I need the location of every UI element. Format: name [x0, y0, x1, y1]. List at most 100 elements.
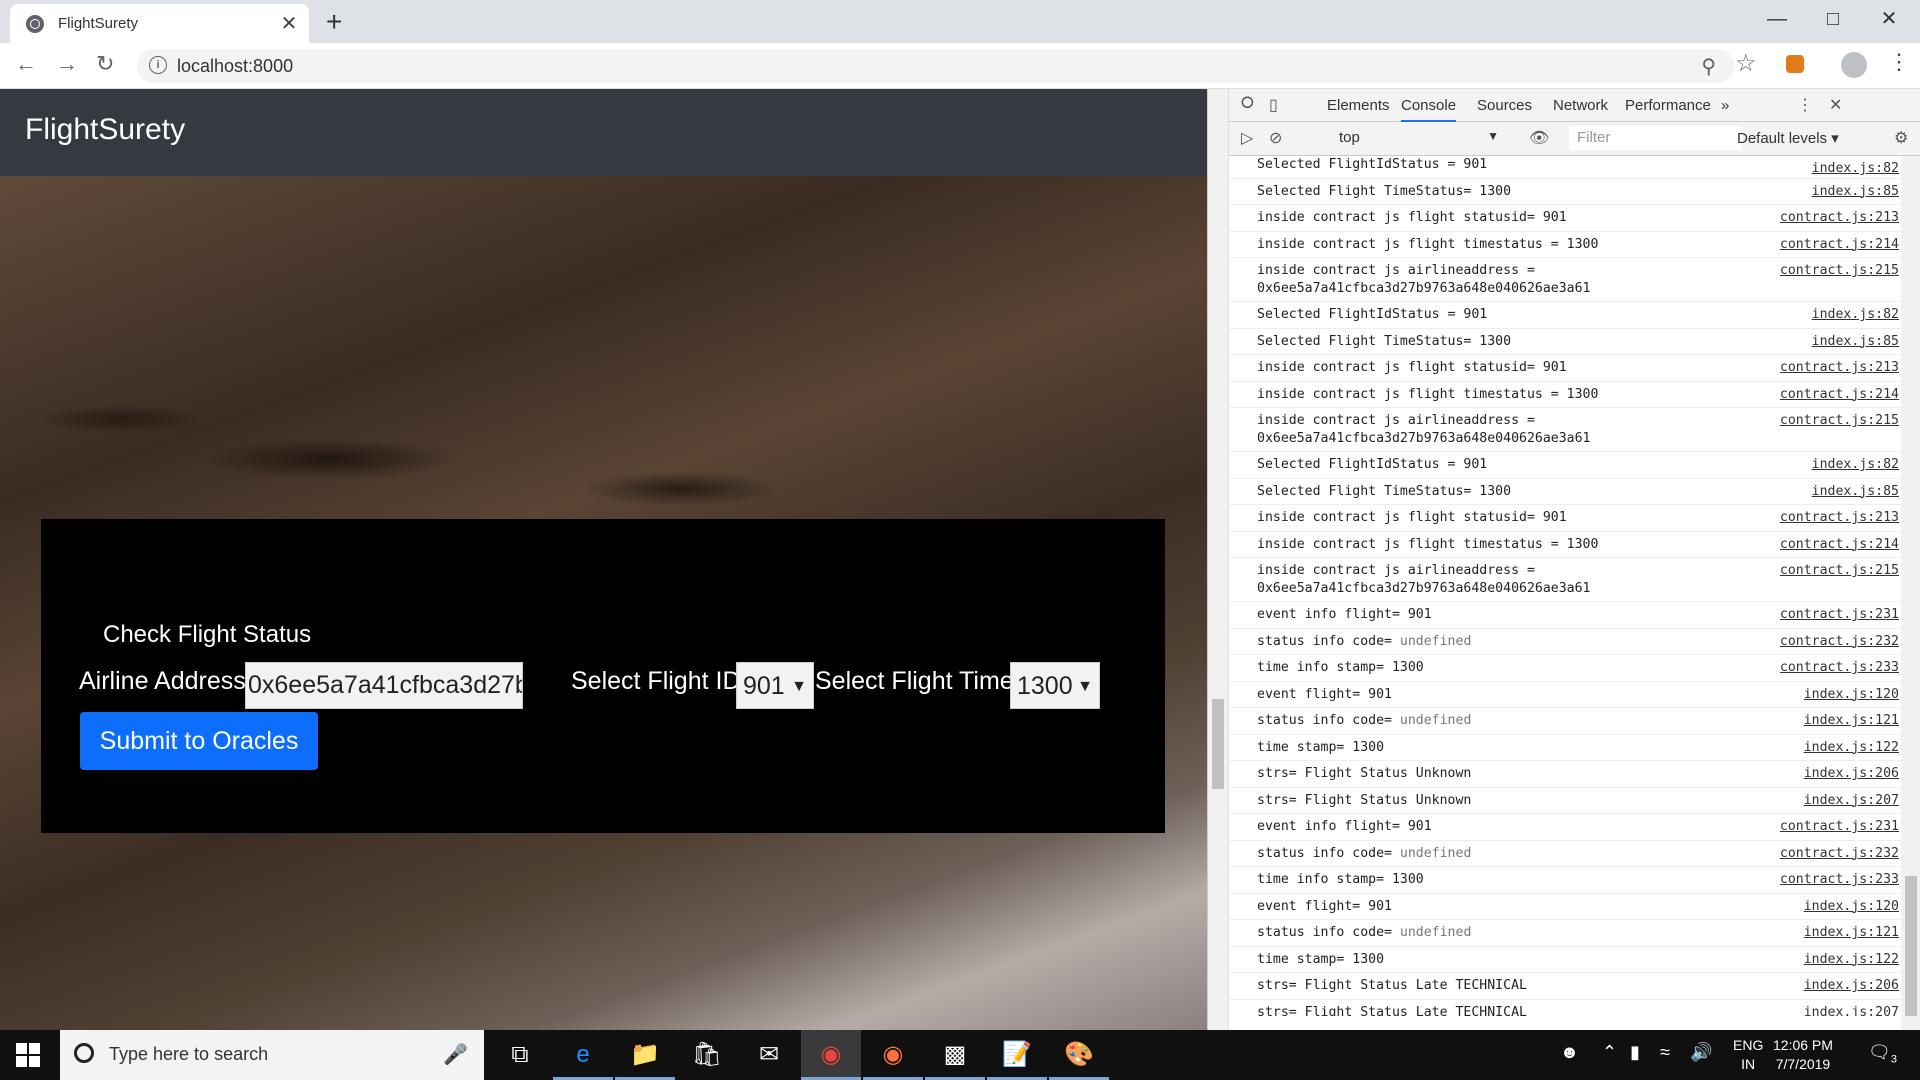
notepad-icon[interactable]: 📝 — [987, 1030, 1047, 1080]
device-toolbar-icon[interactable]: ▯ — [1269, 95, 1278, 115]
minimize-icon[interactable]: — — [1750, 0, 1804, 40]
submit-to-oracles-button[interactable]: Submit to Oracles — [80, 712, 318, 770]
address-bar[interactable]: i localhost:8000 ⚲ — [137, 49, 1734, 83]
console-source-link[interactable]: contract.js:231 — [1780, 606, 1899, 624]
paint-icon[interactable]: 🎨 — [1049, 1030, 1109, 1080]
maximize-icon[interactable]: □ — [1806, 0, 1860, 40]
sidebar-toggle-icon[interactable]: ▷ — [1241, 128, 1253, 148]
notification-center-icon[interactable]: 🗨3 — [1868, 1042, 1897, 1066]
show-hidden-icons-icon[interactable]: ⌃ — [1602, 1042, 1617, 1063]
console-source-link[interactable]: index.js:82 — [1812, 160, 1899, 178]
console-source-link[interactable]: index.js:120 — [1804, 898, 1899, 916]
battery-icon[interactable]: ▮ — [1630, 1042, 1640, 1063]
store-icon[interactable]: 🛍 — [677, 1030, 737, 1080]
terminal-icon[interactable]: ▩ — [925, 1030, 985, 1080]
firefox-icon[interactable]: ◉ — [863, 1030, 923, 1080]
console-source-link[interactable]: contract.js:232 — [1780, 633, 1899, 651]
search-placeholder[interactable]: Type here to search — [109, 1044, 268, 1065]
console-source-link[interactable]: contract.js:231 — [1780, 818, 1899, 836]
file-explorer-icon[interactable]: 📁 — [615, 1030, 675, 1080]
console-source-link[interactable]: index.js:85 — [1812, 483, 1899, 501]
console-source-link[interactable]: index.js:85 — [1812, 333, 1899, 351]
close-devtools-icon[interactable]: ✕ — [1829, 95, 1842, 115]
console-source-link[interactable]: index.js:206 — [1804, 765, 1899, 783]
flight-id-select[interactable]: 901 ▼ — [736, 662, 814, 709]
airline-address-input[interactable]: 0x6ee5a7a41cfbca3d27b — [245, 662, 523, 709]
eye-icon[interactable]: 👁 — [1529, 128, 1549, 148]
console-source-link[interactable]: contract.js:232 — [1780, 845, 1899, 863]
console-source-link[interactable]: index.js:120 — [1804, 686, 1899, 704]
taskbar-clock[interactable]: 12:06 PM 7/7/2019 — [1773, 1036, 1833, 1074]
console-source-link[interactable]: index.js:85 — [1812, 183, 1899, 201]
console-source-link[interactable]: contract.js:214 — [1780, 386, 1899, 404]
tab-elements[interactable]: Elements — [1327, 97, 1390, 114]
page-scrollbar-thumb[interactable] — [1212, 699, 1224, 789]
language-indicator[interactable]: ENG IN — [1733, 1036, 1763, 1074]
mail-icon[interactable]: ✉ — [739, 1030, 799, 1080]
devtools-menu-icon[interactable]: ⋮ — [1797, 95, 1813, 115]
console-source-link[interactable]: contract.js:215 — [1780, 412, 1899, 430]
inspect-element-icon[interactable]: ⭘ — [1241, 95, 1254, 113]
tab-performance[interactable]: Performance — [1625, 97, 1711, 114]
chrome-menu-icon[interactable]: ⋮ — [1888, 49, 1910, 75]
console-source-link[interactable]: contract.js:214 — [1780, 536, 1899, 554]
forward-icon[interactable]: → — [56, 51, 78, 77]
profile-avatar[interactable] — [1841, 52, 1867, 78]
info-icon[interactable]: i — [149, 56, 167, 74]
console-source-link[interactable]: index.js:82 — [1812, 456, 1899, 474]
console-row: inside contract js flight timestatus = 1… — [1229, 382, 1901, 408]
new-tab-button[interactable]: + — [326, 6, 342, 38]
console-source-link[interactable]: index.js:122 — [1804, 951, 1899, 969]
people-icon[interactable]: ☻ — [1560, 1042, 1579, 1063]
chrome-icon[interactable]: ◉ — [801, 1030, 861, 1080]
flight-time-select[interactable]: 1300 ▼ — [1010, 662, 1100, 709]
cortana-icon[interactable] — [74, 1043, 94, 1063]
page-scrollbar[interactable] — [1208, 89, 1229, 1030]
more-tabs-icon[interactable]: » — [1721, 97, 1729, 114]
console-source-link[interactable]: contract.js:233 — [1780, 659, 1899, 677]
console-source-link[interactable]: contract.js:215 — [1780, 562, 1899, 580]
url-text[interactable]: localhost:8000 — [177, 56, 293, 77]
console-source-link[interactable]: index.js:122 — [1804, 739, 1899, 757]
edge-icon[interactable]: e — [553, 1030, 613, 1080]
console-row: Selected FlightIdStatus = 901 index.js:8… — [1229, 156, 1901, 179]
volume-icon[interactable]: 🔊 — [1690, 1042, 1712, 1063]
console-source-link[interactable]: contract.js:233 — [1780, 871, 1899, 889]
default-levels-dropdown[interactable]: Default levels ▾ — [1737, 129, 1839, 147]
console-settings-gear-icon[interactable]: ⚙ — [1894, 128, 1908, 148]
microphone-icon[interactable]: 🎤 — [443, 1042, 468, 1067]
reload-icon[interactable]: ↻ — [96, 51, 114, 77]
browser-toolbar: ← → ↻ i localhost:8000 ⚲ ☆ ⋮ — [0, 43, 1920, 89]
windows-start-icon[interactable] — [16, 1043, 40, 1067]
wifi-icon[interactable]: ≈ — [1660, 1042, 1670, 1063]
close-window-icon[interactable]: ✕ — [1862, 0, 1916, 40]
console-scrollbar-thumb[interactable] — [1905, 876, 1917, 1016]
browser-tab[interactable]: FlightSurety ✕ — [10, 4, 309, 43]
bookmark-star-icon[interactable]: ☆ — [1735, 49, 1757, 78]
console-source-link[interactable]: index.js:206 — [1804, 977, 1899, 995]
tab-sources[interactable]: Sources — [1477, 97, 1532, 114]
task-view-icon[interactable]: ⧉ — [490, 1030, 550, 1080]
clear-console-icon[interactable]: ⊘ — [1269, 128, 1282, 148]
console-source-link[interactable]: index.js:82 — [1812, 306, 1899, 324]
tab-console[interactable]: Console — [1401, 97, 1457, 122]
console-source-link[interactable]: contract.js:213 — [1780, 359, 1899, 377]
console-source-link[interactable]: index.js:121 — [1804, 712, 1899, 730]
metamask-extension-icon[interactable] — [1786, 55, 1804, 73]
tab-network[interactable]: Network — [1553, 97, 1608, 114]
console-source-link[interactable]: index.js:121 — [1804, 924, 1899, 942]
console-source-link[interactable]: contract.js:213 — [1780, 209, 1899, 227]
taskbar-search-box[interactable]: Type here to search 🎤 — [60, 1030, 484, 1080]
close-tab-icon[interactable]: ✕ — [279, 11, 299, 36]
console-source-link[interactable]: contract.js:214 — [1780, 236, 1899, 254]
back-icon[interactable]: ← — [15, 51, 37, 77]
context-select[interactable]: top ▼ — [1339, 129, 1499, 146]
zoom-icon[interactable]: ⚲ — [1701, 54, 1716, 79]
console-source-link[interactable]: contract.js:213 — [1780, 509, 1899, 527]
brand-title[interactable]: FlightSurety — [25, 113, 185, 147]
console-source-link[interactable]: index.js:207 — [1804, 792, 1899, 810]
filter-input[interactable]: Filter — [1569, 126, 1742, 150]
console-scrollbar[interactable] — [1901, 156, 1920, 1030]
console-source-link[interactable]: contract.js:215 — [1780, 262, 1899, 280]
console-source-link[interactable]: index.js:207 — [1804, 1004, 1899, 1017]
